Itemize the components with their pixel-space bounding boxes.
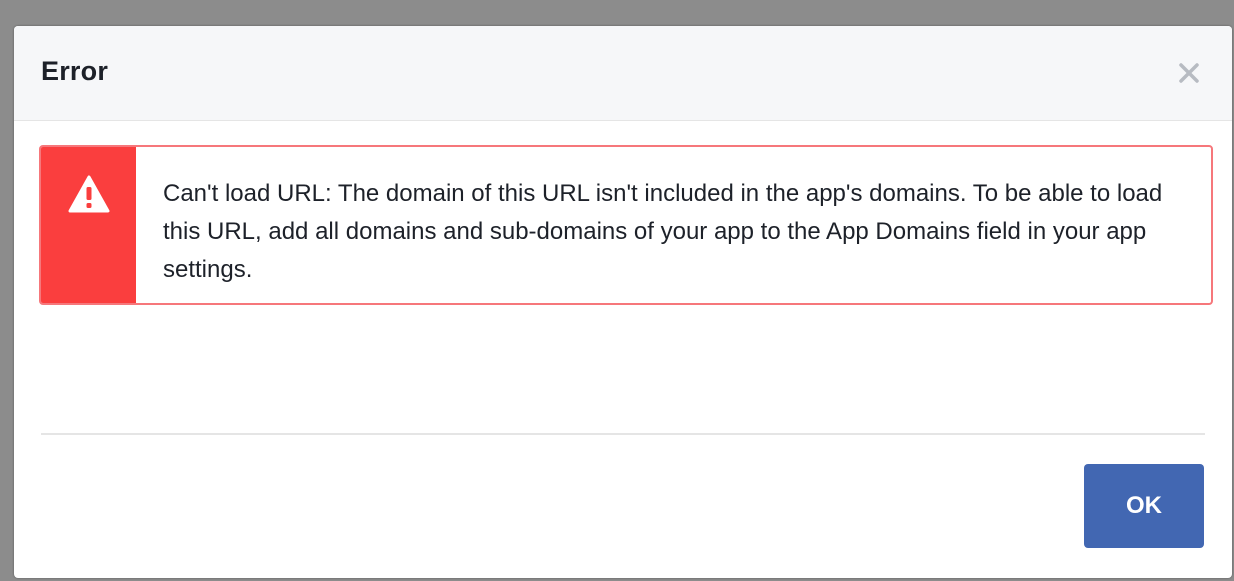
error-message: Can't load URL: The domain of this URL i… (163, 180, 1163, 283)
error-stripe (41, 147, 136, 303)
close-icon (1179, 63, 1199, 83)
ok-button[interactable]: OK (1084, 464, 1204, 548)
warning-icon (68, 175, 110, 213)
dialog-header: Error (14, 26, 1232, 121)
close-button[interactable] (1172, 56, 1206, 90)
error-banner: Can't load URL: The domain of this URL i… (39, 145, 1213, 305)
error-dialog: Error Can't load URL: The domain of this… (14, 26, 1232, 578)
footer-divider (41, 433, 1205, 435)
dialog-title: Error (41, 56, 109, 86)
